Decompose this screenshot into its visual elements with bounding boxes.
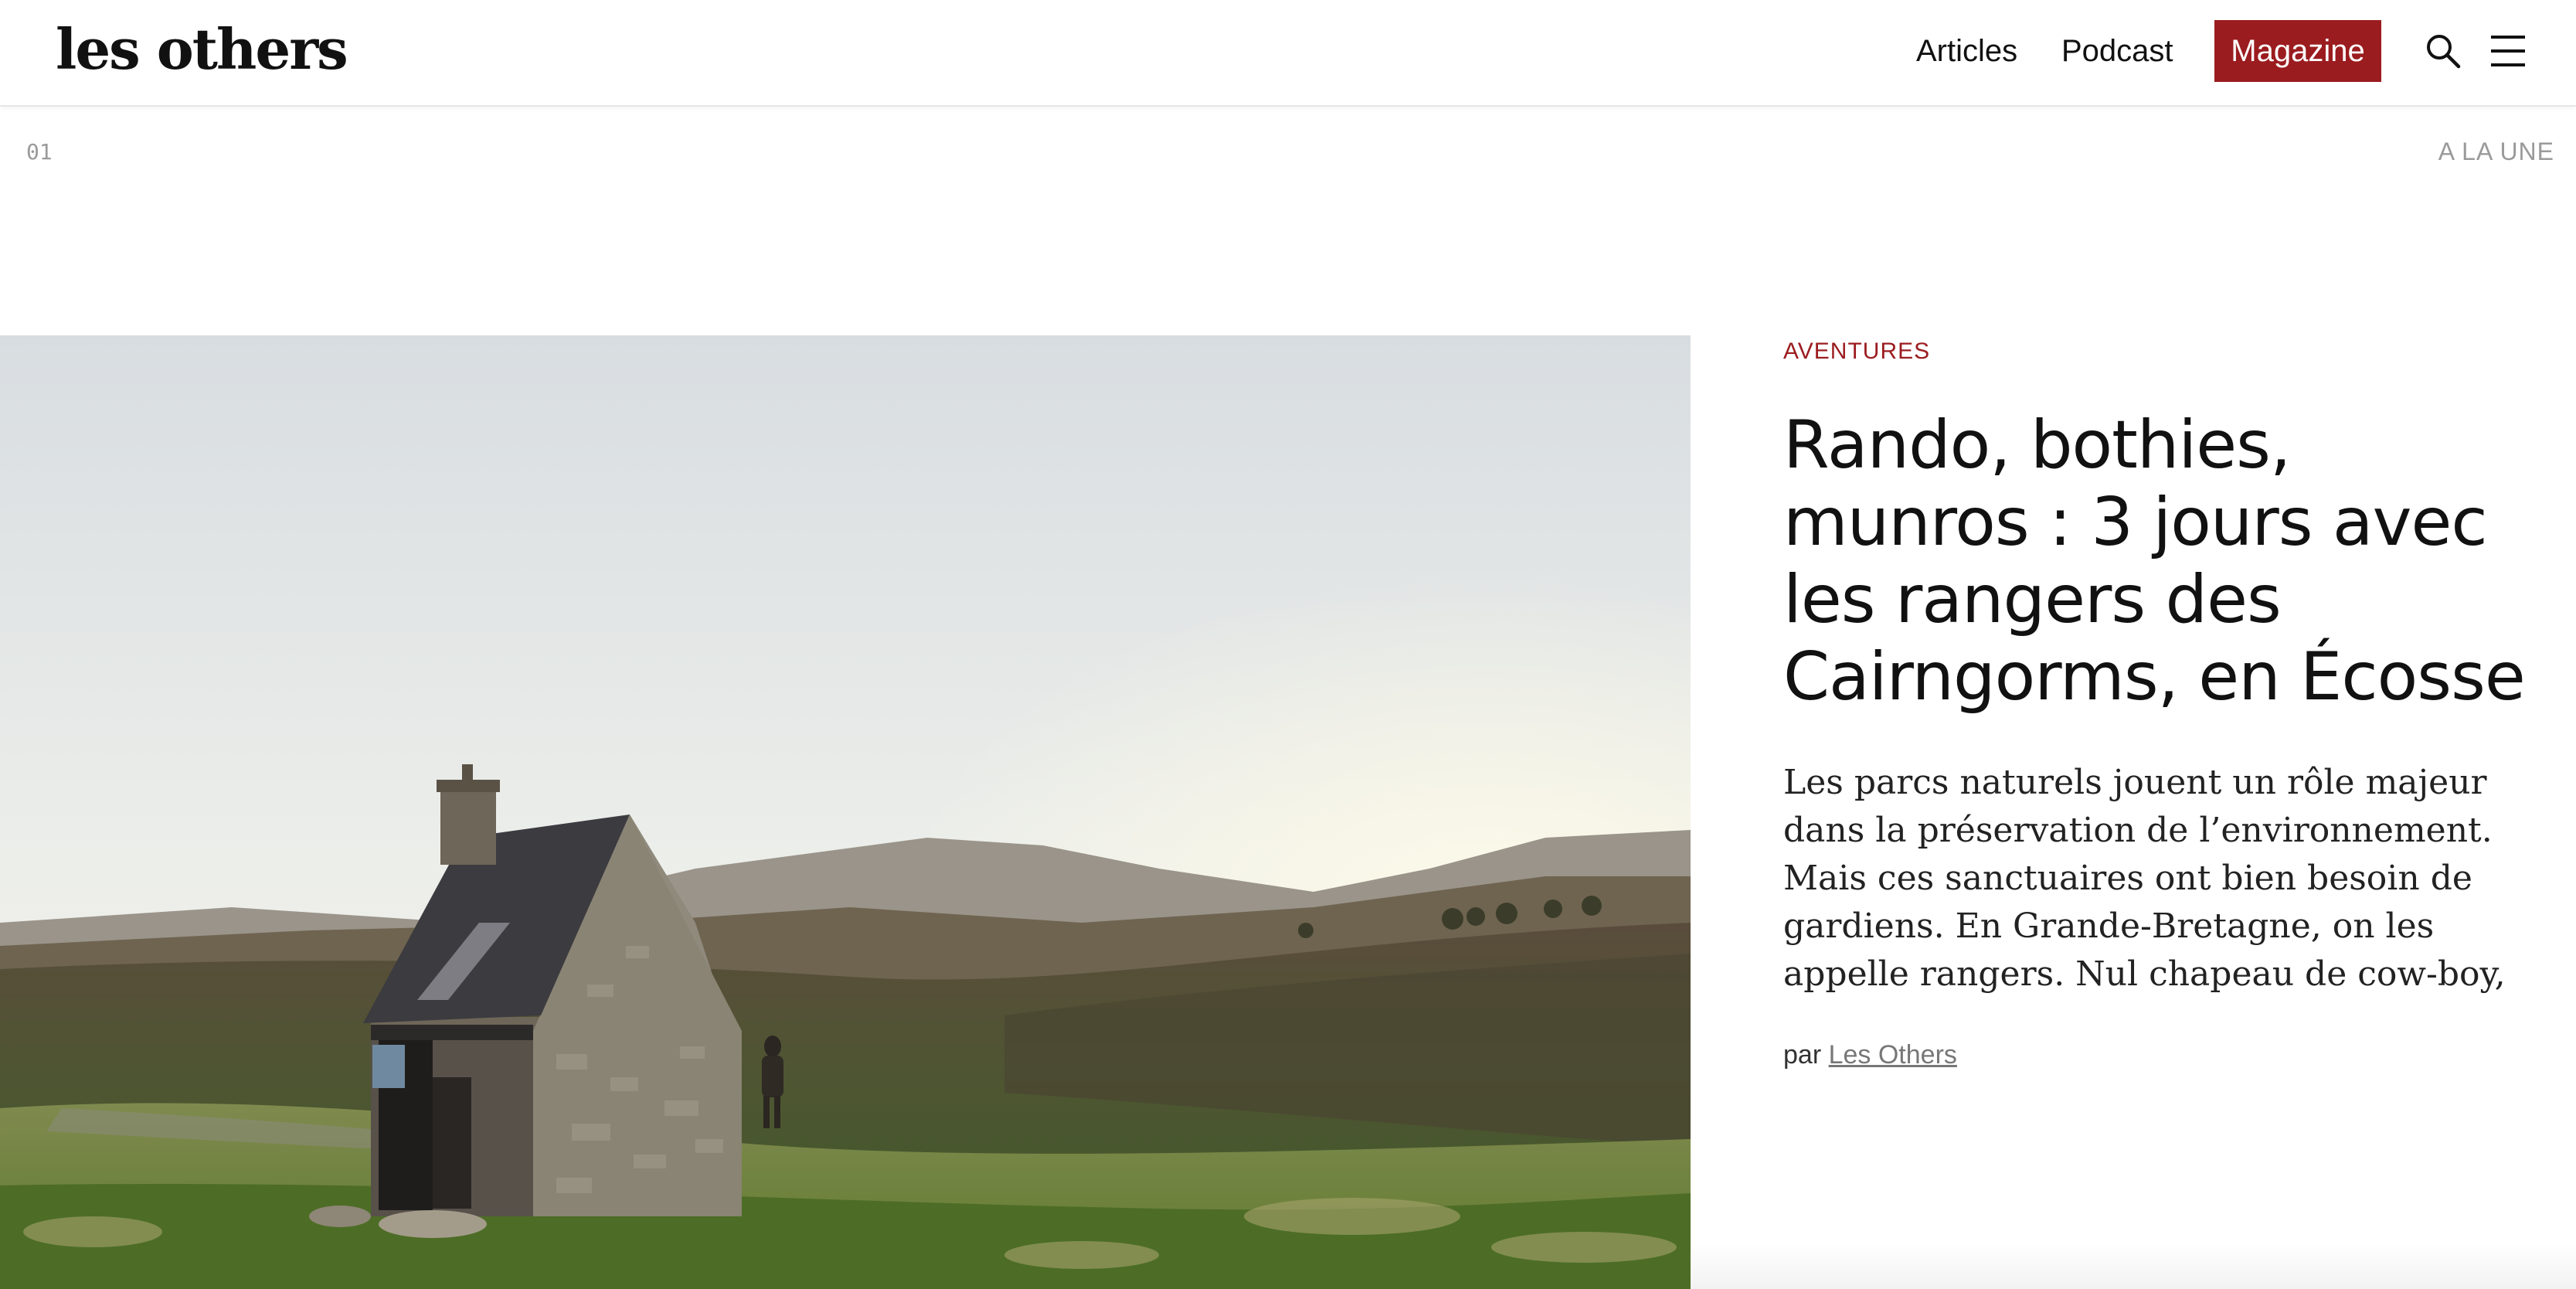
section-number: 01 [26, 139, 53, 165]
featured-article-image[interactable] [0, 335, 1691, 1289]
article-byline: par Les Others [1783, 1040, 1957, 1070]
site-logo[interactable]: les others [56, 14, 348, 85]
byline-prefix: par [1783, 1040, 1822, 1070]
search-icon[interactable] [2423, 31, 2463, 71]
site-header: les others Articles Podcast Magazine [0, 0, 2576, 107]
nav-magazine-button[interactable]: Magazine [2214, 20, 2381, 82]
nav-podcast-link[interactable]: Podcast [2061, 29, 2173, 73]
article-excerpt: Les parcs naturels jouent un rôle majeur… [1783, 763, 2506, 994]
section-label: A LA UNE [2438, 138, 2554, 165]
article-category-link[interactable]: AVENTURES [1783, 338, 1930, 365]
hamburger-menu-icon[interactable] [2488, 31, 2528, 71]
article-headline[interactable]: Rando, bothies, munros : 3 jours avec le… [1783, 406, 2526, 716]
author-link[interactable]: Les Others [1829, 1040, 1957, 1070]
nav-articles-link[interactable]: Articles [1916, 29, 2017, 73]
bottom-shadow [1691, 1243, 2576, 1289]
